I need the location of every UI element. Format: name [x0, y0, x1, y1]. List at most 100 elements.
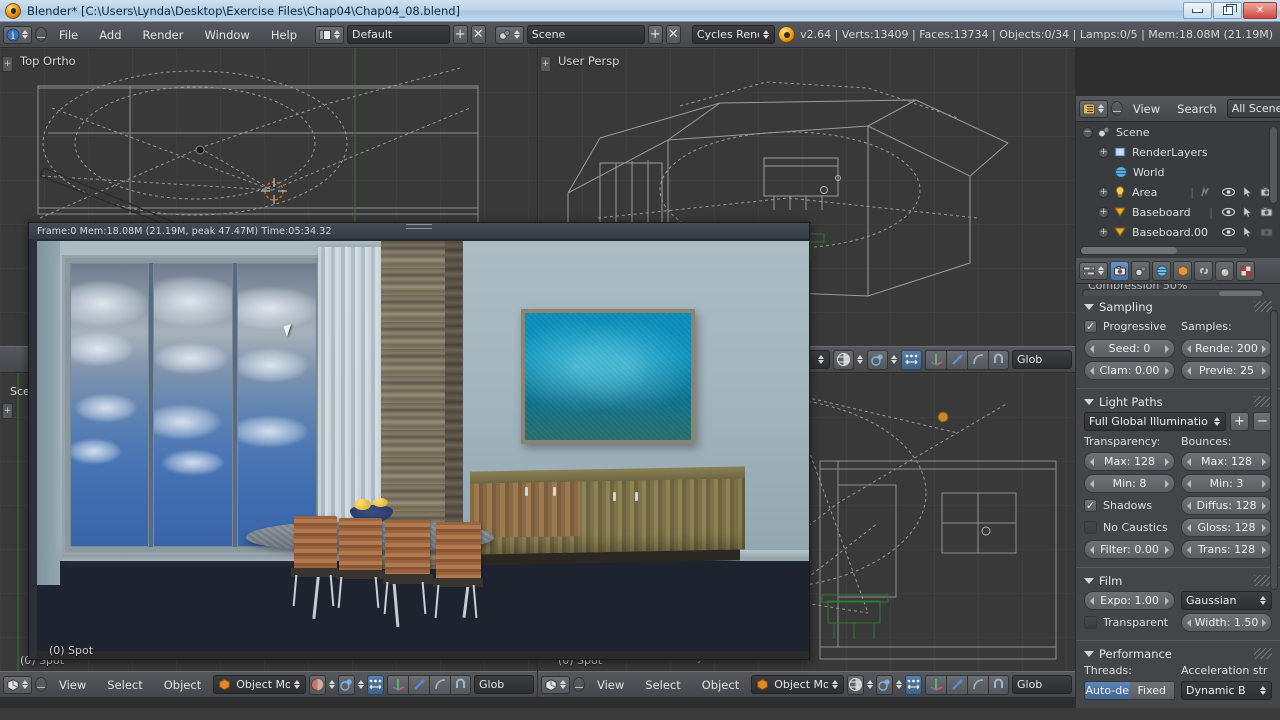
- tab-render[interactable]: [1110, 261, 1129, 281]
- transparency-max-field[interactable]: Max: 128: [1084, 452, 1175, 471]
- outliner-menu-search[interactable]: Search: [1170, 97, 1224, 121]
- toolshelf-expand-right[interactable]: +: [540, 56, 551, 72]
- magnet-icon[interactable]: [988, 675, 1009, 695]
- editor-type-properties[interactable]: [1079, 262, 1108, 280]
- outliner-row-baseboard-001[interactable]: + Baseboard.00: [1076, 222, 1280, 242]
- snap-icon[interactable]: [905, 675, 922, 695]
- screen-layout-field[interactable]: Default: [347, 25, 450, 44]
- visibility-eye-icon[interactable]: [1221, 205, 1236, 219]
- shading-mode-icon[interactable]: [833, 350, 854, 370]
- magnet-icon[interactable]: [450, 675, 471, 695]
- mode-spinner-bl[interactable]: [294, 680, 301, 689]
- menu-file[interactable]: File: [50, 22, 87, 48]
- compression-slider[interactable]: [1082, 289, 1264, 296]
- menu-render[interactable]: Render: [134, 22, 193, 48]
- scale-manipulator-icon[interactable]: [967, 350, 988, 370]
- filter-type-spinner[interactable]: [1260, 596, 1267, 605]
- delete-screen-layout-button[interactable]: ✕: [471, 25, 486, 44]
- renderability-camera-icon[interactable]: [1259, 205, 1274, 219]
- outliner-row-scene[interactable]: − Scene: [1076, 122, 1280, 142]
- checkbox-checked-icon[interactable]: ✓: [1084, 320, 1097, 333]
- editor-type-3dview-br[interactable]: [541, 676, 570, 694]
- tab-world[interactable]: [1152, 261, 1171, 281]
- pivot-point-icon[interactable]: [338, 675, 355, 695]
- shading-spinner-bl[interactable]: [329, 680, 335, 689]
- tab-scene[interactable]: [1131, 261, 1150, 281]
- pivot-spinner-br[interactable]: [896, 680, 902, 689]
- pivot-spinner-bl[interactable]: [358, 680, 364, 689]
- preview-samples-field[interactable]: Previe: 25: [1181, 361, 1272, 380]
- rotate-manipulator-icon[interactable]: [408, 675, 429, 695]
- rotate-manipulator-icon[interactable]: [946, 350, 967, 370]
- interaction-mode-br[interactable]: Object Mode: [751, 675, 844, 694]
- outliner-horizontal-scrollbar[interactable]: [1080, 246, 1248, 255]
- filter-type-dropdown[interactable]: Gaussian: [1181, 591, 1272, 610]
- maximize-button[interactable]: [1213, 2, 1242, 19]
- scale-manipulator-icon[interactable]: [967, 675, 988, 695]
- visibility-eye-icon[interactable]: [1221, 185, 1236, 199]
- shading-mode-icon[interactable]: [847, 675, 864, 695]
- toolshelf-expand-left[interactable]: +: [2, 56, 13, 72]
- bvh-type-spinner[interactable]: [1260, 686, 1267, 695]
- collapse-menu-icon[interactable]: ⚊: [1111, 101, 1123, 116]
- magnet-icon[interactable]: [988, 350, 1009, 370]
- snap-icon[interactable]: [367, 675, 384, 695]
- outliner-menu-view[interactable]: View: [1126, 97, 1167, 121]
- clamp-field[interactable]: Clam: 0.00: [1084, 361, 1175, 380]
- visibility-eye-icon[interactable]: [1221, 225, 1236, 239]
- menu-add[interactable]: Add: [90, 22, 130, 48]
- render-window-grip[interactable]: [406, 224, 432, 229]
- checkbox-unchecked-icon[interactable]: [1084, 521, 1097, 534]
- menu-window[interactable]: Window: [195, 22, 258, 48]
- glossy-bounces-field[interactable]: Gloss: 128: [1181, 518, 1272, 537]
- scale-manipulator-icon[interactable]: [429, 675, 450, 695]
- pivot-point-icon[interactable]: [867, 350, 888, 370]
- section-header-film[interactable]: Film: [1076, 570, 1280, 591]
- menu-view-br[interactable]: View: [588, 672, 633, 698]
- transparency-min-field[interactable]: Min: 8: [1084, 474, 1175, 493]
- menu-select-br[interactable]: Select: [636, 672, 689, 698]
- pivot-point-icon[interactable]: [876, 675, 893, 695]
- outliner-vertical-scrollbar[interactable]: [1269, 126, 1278, 204]
- editor-type-spinner-bl[interactable]: [22, 680, 29, 689]
- editor-type-3dview-bl[interactable]: [3, 676, 32, 694]
- tab-material[interactable]: [1215, 261, 1234, 281]
- menu-object-br[interactable]: Object: [693, 672, 748, 698]
- transform-orientation-bl[interactable]: Glob: [474, 675, 534, 694]
- info-editor-type-selector[interactable]: i: [3, 26, 32, 44]
- selectability-cursor-icon[interactable]: [1240, 185, 1255, 199]
- renderability-camera-icon[interactable]: [1259, 225, 1274, 239]
- filter-glossy-field[interactable]: Filter: 0.00: [1084, 540, 1175, 559]
- bvh-type-dropdown[interactable]: Dynamic B: [1181, 681, 1272, 700]
- snap-icon[interactable]: [901, 350, 922, 370]
- expand-toggle[interactable]: +: [1098, 207, 1109, 218]
- outliner-row-renderlayers[interactable]: + RenderLayers: [1076, 142, 1280, 162]
- properties-scrollbar[interactable]: [1270, 310, 1278, 590]
- exposure-field[interactable]: Expo: 1.00: [1084, 591, 1175, 610]
- render-engine-spinner[interactable]: [763, 30, 770, 39]
- expand-toggle[interactable]: +: [1098, 227, 1109, 238]
- properties-editor-spinner[interactable]: [1098, 266, 1105, 275]
- threads-mode-toggle[interactable]: Auto-de Fixed: [1084, 681, 1175, 700]
- scene-selector[interactable]: [495, 26, 524, 44]
- close-button[interactable]: ✕: [1243, 2, 1277, 19]
- menu-select-bl[interactable]: Select: [98, 672, 151, 698]
- expand-toggle[interactable]: +: [1098, 187, 1109, 198]
- outliner-row-area[interactable]: + Area |: [1076, 182, 1280, 202]
- shading-spinner-br[interactable]: [867, 680, 873, 689]
- pivot-spinner[interactable]: [891, 355, 898, 364]
- animation-data-icon[interactable]: [1198, 185, 1212, 199]
- translate-manipulator-icon[interactable]: [925, 675, 946, 695]
- rotate-manipulator-icon[interactable]: [946, 675, 967, 695]
- section-header-light-paths[interactable]: Light Paths: [1076, 391, 1280, 412]
- diffuse-bounces-field[interactable]: Diffus: 128: [1181, 496, 1272, 515]
- clipped-compression-panel[interactable]: Compression 50%: [1076, 284, 1280, 296]
- collapse-menu-icon[interactable]: ⚊: [35, 27, 47, 42]
- transform-orientation-br[interactable]: Glob: [1012, 675, 1072, 694]
- render-image-canvas[interactable]: [37, 241, 810, 651]
- tab-object[interactable]: [1173, 261, 1192, 281]
- checkbox-checked-icon[interactable]: ✓: [1084, 499, 1097, 512]
- minimize-button[interactable]: [1183, 2, 1212, 19]
- menu-view-bl[interactable]: View: [50, 672, 95, 698]
- toolshelf-expand-bl[interactable]: +: [2, 403, 13, 419]
